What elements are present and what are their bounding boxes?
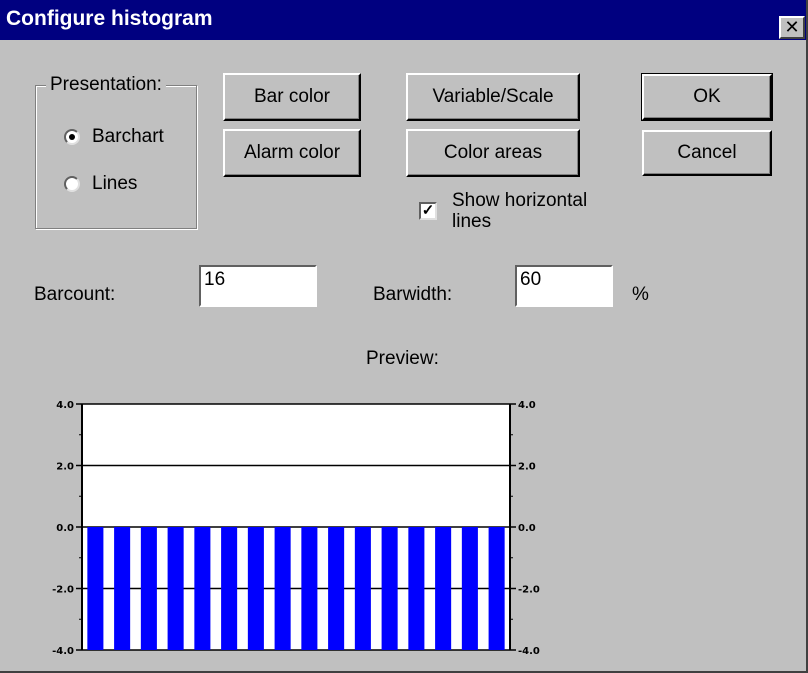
radio-barchart[interactable]: Barchart xyxy=(64,126,164,148)
bar xyxy=(461,527,478,650)
bar xyxy=(114,527,131,650)
y-tick-label-left: -2.0 xyxy=(52,585,74,596)
dialog-title: Configure histogram xyxy=(6,7,213,30)
show-horizontal-lines-label: Show horizontal lines xyxy=(452,190,652,232)
barwidth-label: Barwidth: xyxy=(373,284,453,305)
radio-barchart-indicator[interactable] xyxy=(64,129,80,145)
alarm-color-button[interactable]: Alarm color xyxy=(223,129,361,177)
show-horizontal-lines-label-line1: Show horizontal xyxy=(452,190,588,211)
radio-barchart-label: Barchart xyxy=(92,126,164,147)
barcount-input[interactable]: 16 xyxy=(199,265,317,307)
bar xyxy=(221,527,238,650)
preview-chart: 4.0 4.0 2.0 2.0 0.0 0.0 -2.0 -2.0 -4.0 -4.0 xyxy=(52,400,540,657)
bar xyxy=(354,527,371,650)
close-button[interactable]: ✕ xyxy=(779,16,805,39)
bar xyxy=(167,527,184,650)
bar xyxy=(488,527,505,650)
ok-button[interactable]: OK xyxy=(641,73,773,121)
presentation-groupbox xyxy=(35,85,197,229)
color-areas-button[interactable]: Color areas xyxy=(406,129,580,177)
bar xyxy=(328,527,345,650)
close-icon: ✕ xyxy=(784,17,800,37)
bar-color-button[interactable]: Bar color xyxy=(223,73,361,121)
barwidth-unit: % xyxy=(632,284,649,305)
show-horizontal-lines-checkbox[interactable]: ✓ xyxy=(419,202,437,220)
cancel-button[interactable]: Cancel xyxy=(642,130,772,176)
y-tick-label-left: -4.0 xyxy=(52,646,74,657)
bar xyxy=(408,527,425,650)
barcount-label: Barcount: xyxy=(34,284,116,305)
radio-lines-indicator[interactable] xyxy=(64,176,80,192)
y-tick-label-right: 0.0 xyxy=(518,523,536,534)
bar xyxy=(435,527,452,650)
bar xyxy=(87,527,104,650)
checkmark-icon: ✓ xyxy=(421,202,435,219)
y-tick-label-right: 4.0 xyxy=(518,400,536,411)
barwidth-input[interactable]: 60 xyxy=(515,265,613,307)
y-tick-label-right: -4.0 xyxy=(518,646,540,657)
bar xyxy=(247,527,264,650)
radio-lines[interactable]: Lines xyxy=(64,173,137,195)
title-bar[interactable]: Configure histogram ✕ xyxy=(0,0,806,40)
y-tick-label-left: 0.0 xyxy=(56,523,74,534)
bar xyxy=(301,527,318,650)
preview-label: Preview: xyxy=(366,348,439,369)
bar xyxy=(274,527,291,650)
bar xyxy=(140,527,157,650)
presentation-label: Presentation: xyxy=(46,74,166,96)
configure-histogram-dialog: Configure histogram ✕ Presentation: Barc… xyxy=(0,0,808,673)
variable-scale-button[interactable]: Variable/Scale xyxy=(406,73,580,121)
bar xyxy=(381,527,398,650)
radio-lines-label: Lines xyxy=(92,173,138,194)
y-tick-label-right: -2.0 xyxy=(518,585,540,596)
y-tick-label-left: 2.0 xyxy=(56,462,74,473)
bar xyxy=(194,527,211,650)
y-tick-label-right: 2.0 xyxy=(518,462,536,473)
show-horizontal-lines-label-line2: lines xyxy=(452,211,492,232)
y-tick-label-left: 4.0 xyxy=(56,400,74,411)
